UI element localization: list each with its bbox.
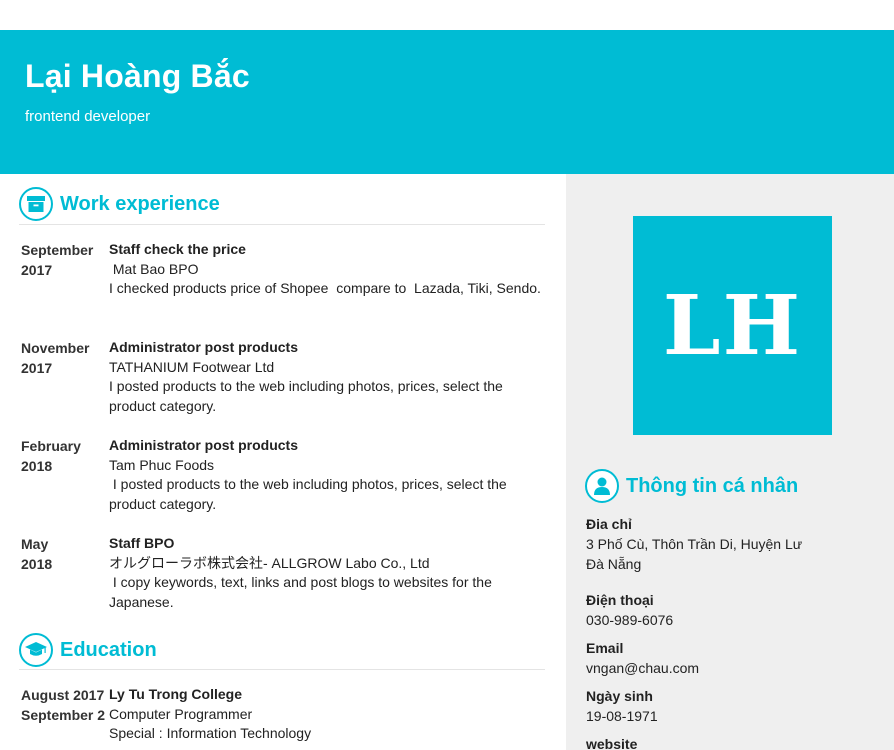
website-block: website — [586, 735, 886, 750]
work-date: May 2018 — [21, 536, 53, 572]
education-heading: Education — [19, 633, 157, 667]
specialization: Special : Information Technology — [109, 725, 312, 741]
email-block: Email vngan@chau.com — [586, 639, 886, 678]
work-description: I copy keywords, text, links and post bl… — [109, 574, 496, 610]
job-title: frontend developer — [25, 108, 151, 125]
website-label: website — [586, 736, 638, 750]
birthday-label: Ngày sinh — [586, 688, 653, 704]
work-company: Mat Bao BPO — [109, 260, 199, 277]
work-details: Staff BPO オルグローラボ株式会社- ALLGROW Labo Co.,… — [109, 534, 549, 612]
cv-header: Lại Hoàng Bắc frontend developer — [0, 30, 894, 174]
work-date: February 2018 — [21, 438, 81, 474]
main-column: Work experience September 2017 Staff che… — [0, 174, 566, 750]
email-label: Email — [586, 640, 624, 656]
work-experience-title: Work experience — [60, 192, 220, 215]
avatar-initials: LH — [662, 277, 803, 374]
work-experience-heading: Work experience — [19, 187, 220, 221]
work-description: I checked products price of Shopee compa… — [109, 280, 541, 296]
education-date: August 2017 September 2 — [21, 687, 105, 723]
address-line1: 3 Phố Cù, Thôn Trần Di, Huyện Lư — [586, 536, 803, 552]
phone-label: Điện thoại — [586, 592, 654, 608]
personal-info-title: Thông tin cá nhân — [626, 474, 799, 497]
personal-info-heading: Thông tin cá nhân — [585, 469, 798, 503]
archive-box-icon — [19, 187, 53, 221]
work-company: オルグローラボ株式会社- ALLGROW Labo Co., Ltd — [109, 554, 430, 571]
program-name: Computer Programmer — [109, 705, 253, 722]
work-role: Staff BPO — [109, 535, 175, 551]
graduation-cap-icon — [19, 633, 53, 667]
email-value: vngan@chau.com — [586, 660, 700, 676]
work-details: Administrator post products Tam Phuc Foo… — [109, 436, 549, 514]
birthday-block: Ngày sinh 19-08-1971 — [586, 687, 886, 726]
avatar: LH — [633, 216, 832, 435]
work-role: Administrator post products — [109, 437, 299, 453]
work-details: Administrator post products TATHANIUM Fo… — [109, 338, 549, 416]
work-description: I posted products to the web including p… — [109, 476, 511, 512]
address-line2: Đà Nẵng — [586, 556, 642, 572]
education-divider — [19, 669, 545, 670]
work-role: Staff check the price — [109, 241, 246, 257]
address-label: Đia chỉ — [586, 516, 632, 532]
top-strip — [0, 0, 894, 30]
sidebar-column: LH Thông tin cá nhân Đia chỉ 3 Phố Cù, T… — [566, 174, 894, 750]
work-date: November 2017 — [21, 340, 90, 376]
user-icon — [585, 469, 619, 503]
education-title: Education — [60, 638, 157, 661]
school-name: Ly Tu Trong College — [109, 686, 242, 702]
work-divider — [19, 224, 545, 225]
phone-block: Điện thoại 030-989-6076 — [586, 591, 886, 630]
work-description: I posted products to the web including p… — [109, 378, 503, 414]
address-block: Đia chỉ 3 Phố Cù, Thôn Trần Di, Huyện Lư… — [586, 515, 886, 574]
work-details: Staff check the price Mat Bao BPO I chec… — [109, 240, 549, 299]
education-details: Ly Tu Trong College Computer Programmer … — [109, 685, 549, 744]
person-name: Lại Hoàng Bắc — [25, 58, 250, 94]
work-company: TATHANIUM Footwear Ltd — [109, 358, 275, 375]
birthday-value: 19-08-1971 — [586, 708, 658, 724]
work-role: Administrator post products — [109, 339, 299, 355]
phone-value: 030-989-6076 — [586, 612, 674, 628]
work-date: September 2017 — [21, 242, 94, 278]
work-company: Tam Phuc Foods — [109, 456, 215, 473]
